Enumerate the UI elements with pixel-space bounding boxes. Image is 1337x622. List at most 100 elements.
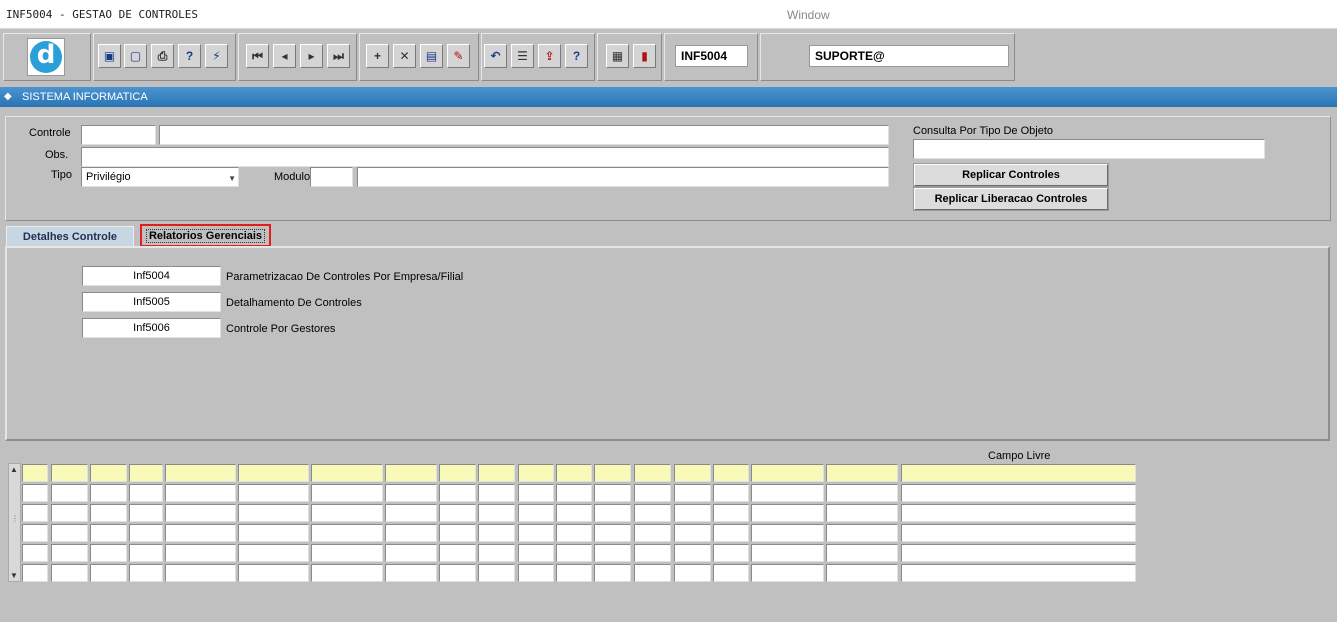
insert-record-icon[interactable]: + bbox=[366, 44, 389, 68]
consulta-input[interactable] bbox=[913, 139, 1265, 159]
grid-cell[interactable] bbox=[478, 464, 515, 482]
grid-cell[interactable] bbox=[51, 484, 88, 502]
menu-icon[interactable]: ▦ bbox=[606, 44, 629, 68]
grid-cell[interactable] bbox=[634, 564, 671, 582]
grid-cell[interactable] bbox=[129, 484, 163, 502]
grid-cell[interactable] bbox=[751, 524, 824, 542]
grid-cell[interactable] bbox=[129, 504, 163, 522]
grid-cell[interactable] bbox=[713, 564, 749, 582]
grid-cell[interactable] bbox=[238, 564, 309, 582]
grid-cell[interactable] bbox=[22, 524, 48, 542]
last-record-icon[interactable]: ⏭ bbox=[327, 44, 350, 68]
grid-cell[interactable] bbox=[826, 564, 898, 582]
grid-cell[interactable] bbox=[634, 504, 671, 522]
scroll-grip-icon[interactable]: ⋮ bbox=[11, 514, 19, 523]
grid-cell[interactable] bbox=[751, 544, 824, 562]
grid-cell[interactable] bbox=[751, 504, 824, 522]
grid-cell[interactable] bbox=[594, 484, 631, 502]
chevron-down-icon[interactable]: ▼ bbox=[228, 170, 236, 186]
grid-cell[interactable] bbox=[478, 484, 515, 502]
grid-cell[interactable] bbox=[674, 544, 711, 562]
grid-cell[interactable] bbox=[634, 544, 671, 562]
grid-cell[interactable] bbox=[129, 544, 163, 562]
grid-cell[interactable] bbox=[22, 504, 48, 522]
scroll-down-icon[interactable]: ▼ bbox=[10, 571, 18, 580]
grid-cell[interactable] bbox=[713, 524, 749, 542]
delete-record-icon[interactable]: ✕ bbox=[393, 44, 416, 68]
grid-cell[interactable] bbox=[634, 464, 671, 482]
grid-cell[interactable] bbox=[439, 504, 476, 522]
scroll-up-icon[interactable]: ▲ bbox=[10, 465, 18, 474]
grid-cell[interactable] bbox=[385, 544, 437, 562]
grid-cell[interactable] bbox=[751, 564, 824, 582]
grid-cell[interactable] bbox=[439, 484, 476, 502]
grid-cell[interactable] bbox=[311, 504, 383, 522]
grid-cell[interactable] bbox=[594, 564, 631, 582]
grid-cell[interactable] bbox=[90, 484, 127, 502]
grid-cell[interactable] bbox=[385, 484, 437, 502]
print-icon[interactable]: ⎙ bbox=[151, 44, 174, 68]
grid-cell[interactable] bbox=[826, 464, 898, 482]
grid-cell[interactable] bbox=[22, 484, 48, 502]
grid-cell[interactable] bbox=[478, 564, 515, 582]
campo-livre-cell[interactable] bbox=[901, 564, 1136, 582]
grid-cell[interactable] bbox=[385, 504, 437, 522]
tab-relatorios-gerenciais[interactable]: Relatorios Gerenciais bbox=[140, 224, 271, 247]
replicar-controles-button[interactable]: Replicar Controles bbox=[913, 163, 1109, 187]
grid-cell[interactable] bbox=[311, 484, 383, 502]
grid-cell[interactable] bbox=[51, 464, 88, 482]
edit-icon[interactable]: ✎ bbox=[447, 44, 470, 68]
campo-livre-cell[interactable] bbox=[901, 524, 1136, 542]
grid-scrollbar[interactable]: ▲ ⋮ ▼ bbox=[8, 463, 21, 582]
grid-cell[interactable] bbox=[751, 464, 824, 482]
save-icon[interactable]: ▣ bbox=[98, 44, 121, 68]
grid-cell[interactable] bbox=[22, 464, 48, 482]
grid-cell[interactable] bbox=[90, 504, 127, 522]
grid-cell[interactable] bbox=[594, 544, 631, 562]
grid-cell[interactable] bbox=[713, 504, 749, 522]
grid-cell[interactable] bbox=[556, 564, 592, 582]
grid-cell[interactable] bbox=[556, 544, 592, 562]
grid-cell[interactable] bbox=[674, 524, 711, 542]
help-icon[interactable]: ? bbox=[565, 44, 588, 68]
grid-cell[interactable] bbox=[51, 504, 88, 522]
tipo-select[interactable]: Privilégio ▼ bbox=[81, 167, 239, 187]
grid-cell[interactable] bbox=[51, 544, 88, 562]
grid-cell[interactable] bbox=[165, 564, 236, 582]
grid-cell[interactable] bbox=[165, 544, 236, 562]
controle-desc-input[interactable] bbox=[159, 125, 889, 145]
grid-cell[interactable] bbox=[518, 564, 554, 582]
grid-cell[interactable] bbox=[594, 524, 631, 542]
grid-cell[interactable] bbox=[51, 524, 88, 542]
grid-cell[interactable] bbox=[129, 464, 163, 482]
grid-cell[interactable] bbox=[22, 544, 48, 562]
grid-cell[interactable] bbox=[311, 544, 383, 562]
grid-cell[interactable] bbox=[478, 544, 515, 562]
grid-cell[interactable] bbox=[518, 524, 554, 542]
grid-cell[interactable] bbox=[90, 524, 127, 542]
grid-cell[interactable] bbox=[129, 564, 163, 582]
grid-cell[interactable] bbox=[713, 464, 749, 482]
grid-cell[interactable] bbox=[518, 464, 554, 482]
grid-cell[interactable] bbox=[311, 464, 383, 482]
grid-cell[interactable] bbox=[51, 564, 88, 582]
grid-cell[interactable] bbox=[674, 504, 711, 522]
grid-cell[interactable] bbox=[594, 504, 631, 522]
grid-cell[interactable] bbox=[556, 524, 592, 542]
grid-cell[interactable] bbox=[311, 564, 383, 582]
grid-cell[interactable] bbox=[518, 484, 554, 502]
grid-cell[interactable] bbox=[478, 504, 515, 522]
print-preview-icon[interactable]: ▢ bbox=[124, 44, 147, 68]
grid-cell[interactable] bbox=[90, 564, 127, 582]
grid-cell[interactable] bbox=[90, 544, 127, 562]
exit-icon[interactable]: ▮ bbox=[633, 44, 656, 68]
grid-cell[interactable] bbox=[165, 484, 236, 502]
grid-cell[interactable] bbox=[518, 544, 554, 562]
grid-cell[interactable] bbox=[556, 504, 592, 522]
campo-livre-cell[interactable] bbox=[901, 504, 1136, 522]
tab-detalhes-controle[interactable]: Detalhes Controle bbox=[6, 226, 134, 247]
campo-livre-cell[interactable] bbox=[901, 464, 1136, 482]
export-icon[interactable]: ⇪ bbox=[538, 44, 561, 68]
grid-cell[interactable] bbox=[22, 564, 48, 582]
grid-cell[interactable] bbox=[165, 504, 236, 522]
